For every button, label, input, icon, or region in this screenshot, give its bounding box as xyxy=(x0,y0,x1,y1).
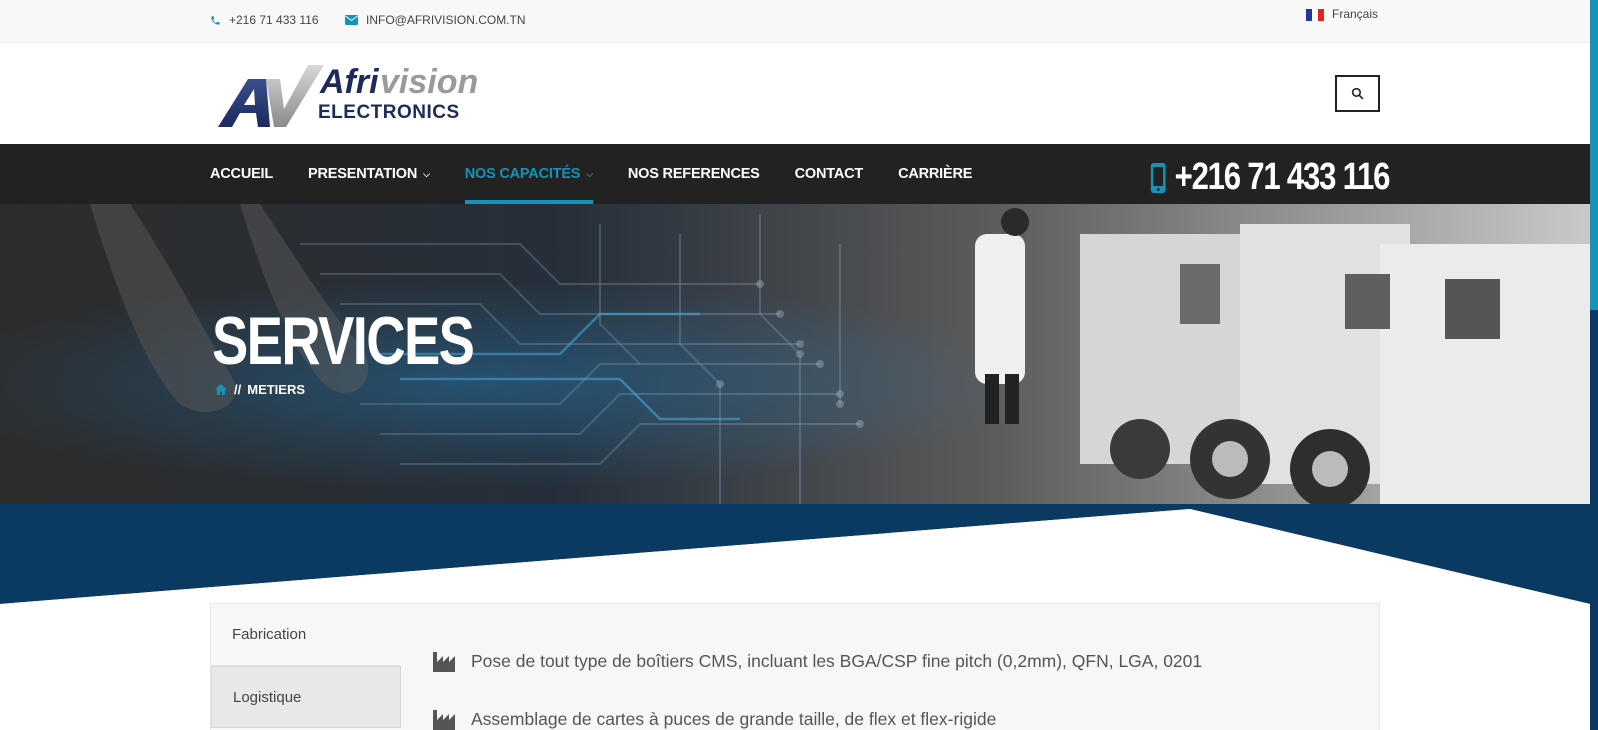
decorative-blue-band xyxy=(0,504,1590,604)
main-navigation: ACCUEIL PRESENTATION ⌵ NOS CAPACITÉS ⌵ NOS… xyxy=(0,144,1590,204)
breadcrumb-current: METIERS xyxy=(247,382,306,397)
search-icon xyxy=(1351,87,1364,100)
afrivision-logo[interactable]: Afri vision ELECTRONICS xyxy=(218,61,508,131)
logo-text-vision: vision xyxy=(380,63,478,101)
nav-item-accueil[interactable]: ACCUEIL xyxy=(210,144,273,204)
topbar-email-text: INFO@AFRIVISION.COM.TN xyxy=(366,13,526,27)
tab-logistique[interactable]: Logistique xyxy=(211,666,401,728)
page-scrollbar[interactable] xyxy=(1590,0,1598,730)
list-item: Assemblage de cartes à puces de grande t… xyxy=(433,708,1202,730)
scrollbar-thumb[interactable] xyxy=(1590,0,1598,310)
feature-list: Pose de tout type de boîtiers CMS, inclu… xyxy=(433,650,1202,730)
nav-item-contact[interactable]: CONTACT xyxy=(794,144,864,204)
tab-label: Fabrication xyxy=(232,626,307,643)
nav-item-label: NOS CAPACITÉS xyxy=(464,166,581,182)
logo-text-afri: Afri xyxy=(319,63,380,101)
nav-item-label: CARRIÈRE xyxy=(898,166,973,182)
nav-item-presentation[interactable]: PRESENTATION ⌵ xyxy=(308,144,430,204)
nav-item-label: ACCUEIL xyxy=(210,166,274,182)
nav-item-label: PRESENTATION xyxy=(308,166,418,182)
envelope-icon xyxy=(345,15,358,25)
topbar-phone-text: +216 71 433 116 xyxy=(229,13,319,27)
logo-subtext: ELECTRONICS xyxy=(318,102,460,123)
nav-phone-text: +216 71 433 116 xyxy=(1174,156,1391,198)
nav-menu: ACCUEIL PRESENTATION ⌵ NOS CAPACITÉS ⌵ NOS… xyxy=(210,144,1007,204)
nav-item-label: NOS REFERENCES xyxy=(627,166,760,182)
hero-banner: SERVICES // METIERS xyxy=(0,204,1590,504)
page-title: SERVICES xyxy=(212,303,475,379)
home-icon[interactable] xyxy=(214,383,228,396)
nav-item-nos-capacites[interactable]: NOS CAPACITÉS ⌵ xyxy=(464,144,593,204)
breadcrumb-separator: // xyxy=(234,382,242,397)
nav-item-label: CONTACT xyxy=(794,166,864,182)
tab-label: Logistique xyxy=(233,688,302,706)
nav-item-carriere[interactable]: CARRIÈRE xyxy=(898,144,972,204)
mobile-phone-icon xyxy=(1150,162,1166,193)
factory-icon xyxy=(433,652,455,672)
feature-text: Pose de tout type de boîtiers CMS, inclu… xyxy=(471,650,1203,671)
language-label: Français xyxy=(1332,6,1379,21)
nav-item-nos-references[interactable]: NOS REFERENCES xyxy=(628,144,760,204)
breadcrumb: // METIERS xyxy=(214,382,305,397)
factory-icon xyxy=(433,710,455,730)
language-switcher[interactable]: Français xyxy=(1306,6,1378,21)
list-item: Pose de tout type de boîtiers CMS, inclu… xyxy=(433,650,1202,672)
topbar-email[interactable]: INFO@AFRIVISION.COM.TN xyxy=(345,13,526,27)
chevron-down-icon: ⌵ xyxy=(423,168,430,179)
top-bar: +216 71 433 116 INFO@AFRIVISION.COM.TN F… xyxy=(0,0,1590,43)
tab-fabrication[interactable]: Fabrication xyxy=(211,604,401,666)
nav-phone[interactable]: +216 71 433 116 xyxy=(1150,156,1391,199)
services-panel: Fabrication Logistique Pose de tout type… xyxy=(210,603,1380,730)
feature-text: Assemblage de cartes à puces de grande t… xyxy=(471,708,997,729)
services-tabs: Fabrication Logistique xyxy=(211,604,401,728)
search-button[interactable] xyxy=(1335,75,1380,112)
chevron-down-icon: ⌵ xyxy=(586,168,593,179)
site-header: Afri vision ELECTRONICS xyxy=(0,43,1590,144)
phone-icon xyxy=(211,15,220,25)
topbar-phone[interactable]: +216 71 433 116 xyxy=(210,13,319,27)
france-flag-icon xyxy=(1306,9,1324,21)
